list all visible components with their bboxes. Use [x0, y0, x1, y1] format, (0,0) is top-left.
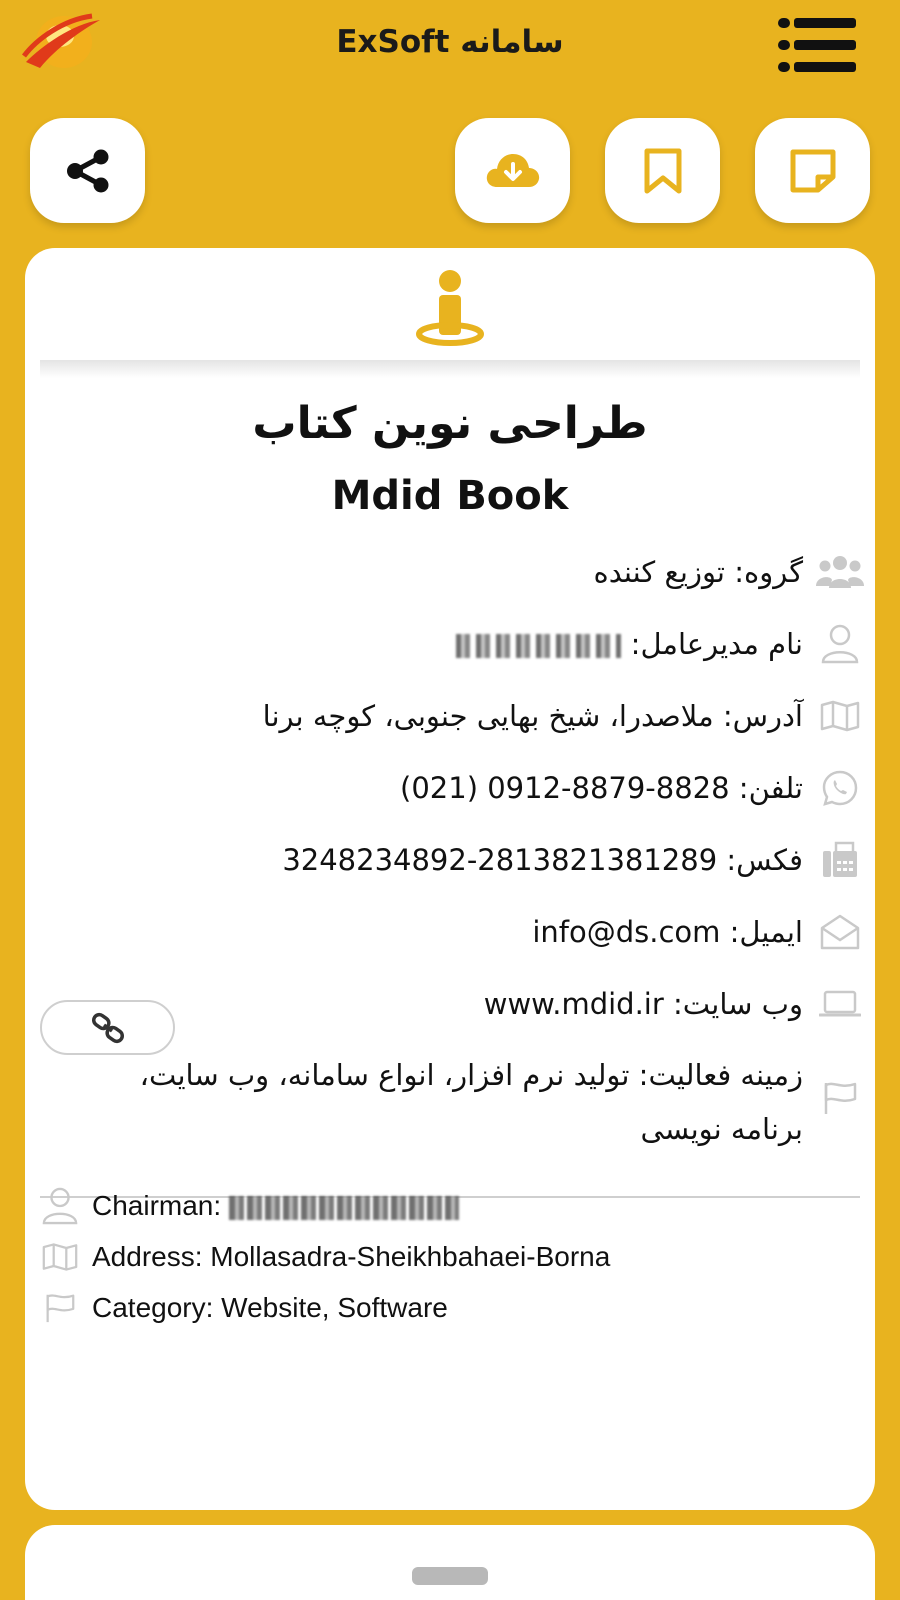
phone-label: تلفن:: [738, 771, 803, 805]
laptop-icon: [815, 982, 865, 1026]
website-row: وب سایت: www.mdid.ir: [484, 982, 865, 1026]
company-name-en: Mdid Book: [331, 473, 569, 519]
map-icon: [815, 694, 865, 738]
bookmark-button[interactable]: [605, 118, 720, 223]
website-label: وب سایت:: [673, 987, 803, 1021]
menu-button[interactable]: [778, 18, 856, 73]
app-header: سامانه ExSoft: [0, 0, 900, 95]
fax-label: فکس:: [726, 843, 803, 877]
company-name-fa: طراحی نوین کتاب: [252, 398, 648, 449]
header-divider: [40, 360, 860, 378]
note-icon: [790, 149, 835, 192]
envelope-open-icon: [815, 910, 865, 954]
flag-icon: [815, 1076, 865, 1120]
fax-value: 3248234892-2813821381289: [282, 843, 718, 877]
cloud-download-icon: [486, 153, 539, 187]
phone-row: تلفن: (021) 0912-8879-8828: [400, 766, 865, 810]
manager-label: نام مدیرعامل:: [630, 627, 803, 661]
fax-icon: [815, 838, 865, 882]
user-icon: [40, 1186, 80, 1226]
email-label: ایمیل:: [729, 915, 803, 949]
website-value[interactable]: www.mdid.ir: [484, 987, 664, 1021]
category-text: Category: Website, Software: [92, 1292, 448, 1323]
person-location-icon: [410, 268, 490, 348]
map-icon: [40, 1237, 80, 1277]
group-row: گروه: توزیع کننده: [594, 550, 866, 594]
activity-text: زمینه فعالیت: تولید نرم افزار، انواع سام…: [139, 1058, 803, 1146]
drag-handle[interactable]: [412, 1567, 488, 1585]
address-en-row: Address: Mollasadra-Sheikhbahaei-Borna: [40, 1237, 610, 1277]
users-icon: [815, 550, 865, 594]
bookmark-icon: [644, 148, 681, 193]
share-button[interactable]: [30, 118, 145, 223]
phone-value[interactable]: (021) 0912-8879-8828: [400, 771, 730, 805]
manager-name-redacted: [456, 634, 622, 658]
download-button[interactable]: [455, 118, 570, 223]
email-row: ایمیل: info@ds.com: [532, 910, 865, 954]
fax-row: فکس: 3248234892-2813821381289: [282, 838, 865, 882]
chairman-row: Chairman:: [40, 1186, 459, 1226]
address-fa-text: آدرس: ملاصدرا، شیخ بهایی جنوبی، کوچه برن…: [262, 699, 803, 733]
open-website-button[interactable]: [40, 1000, 175, 1055]
app-title: سامانه ExSoft: [336, 24, 564, 60]
company-card: طراحی نوین کتاب Mdid Book گروه: توزیع کن…: [25, 248, 875, 1510]
link-icon: [91, 1012, 124, 1043]
share-icon: [66, 149, 108, 192]
whatsapp-icon: [815, 766, 865, 810]
bottom-sheet[interactable]: [25, 1525, 875, 1600]
chairman-label: Chairman:: [92, 1190, 222, 1221]
manager-row: نام مدیرعامل:: [456, 622, 865, 666]
user-icon: [815, 622, 865, 666]
chairman-name-redacted: [228, 1195, 459, 1220]
group-text: گروه: توزیع کننده: [593, 555, 804, 589]
address-fa-row: آدرس: ملاصدرا، شیخ بهایی جنوبی، کوچه برن…: [263, 694, 865, 738]
note-button[interactable]: [755, 118, 870, 223]
address-en-text: Address: Mollasadra-Sheikhbahaei-Borna: [92, 1241, 611, 1272]
category-row: Category: Website, Software: [40, 1288, 448, 1328]
email-value[interactable]: info@ds.com: [532, 915, 720, 949]
activity-row: زمینه فعالیت: تولید نرم افزار، انواع سام…: [95, 1048, 865, 1148]
flag-icon: [40, 1288, 80, 1328]
